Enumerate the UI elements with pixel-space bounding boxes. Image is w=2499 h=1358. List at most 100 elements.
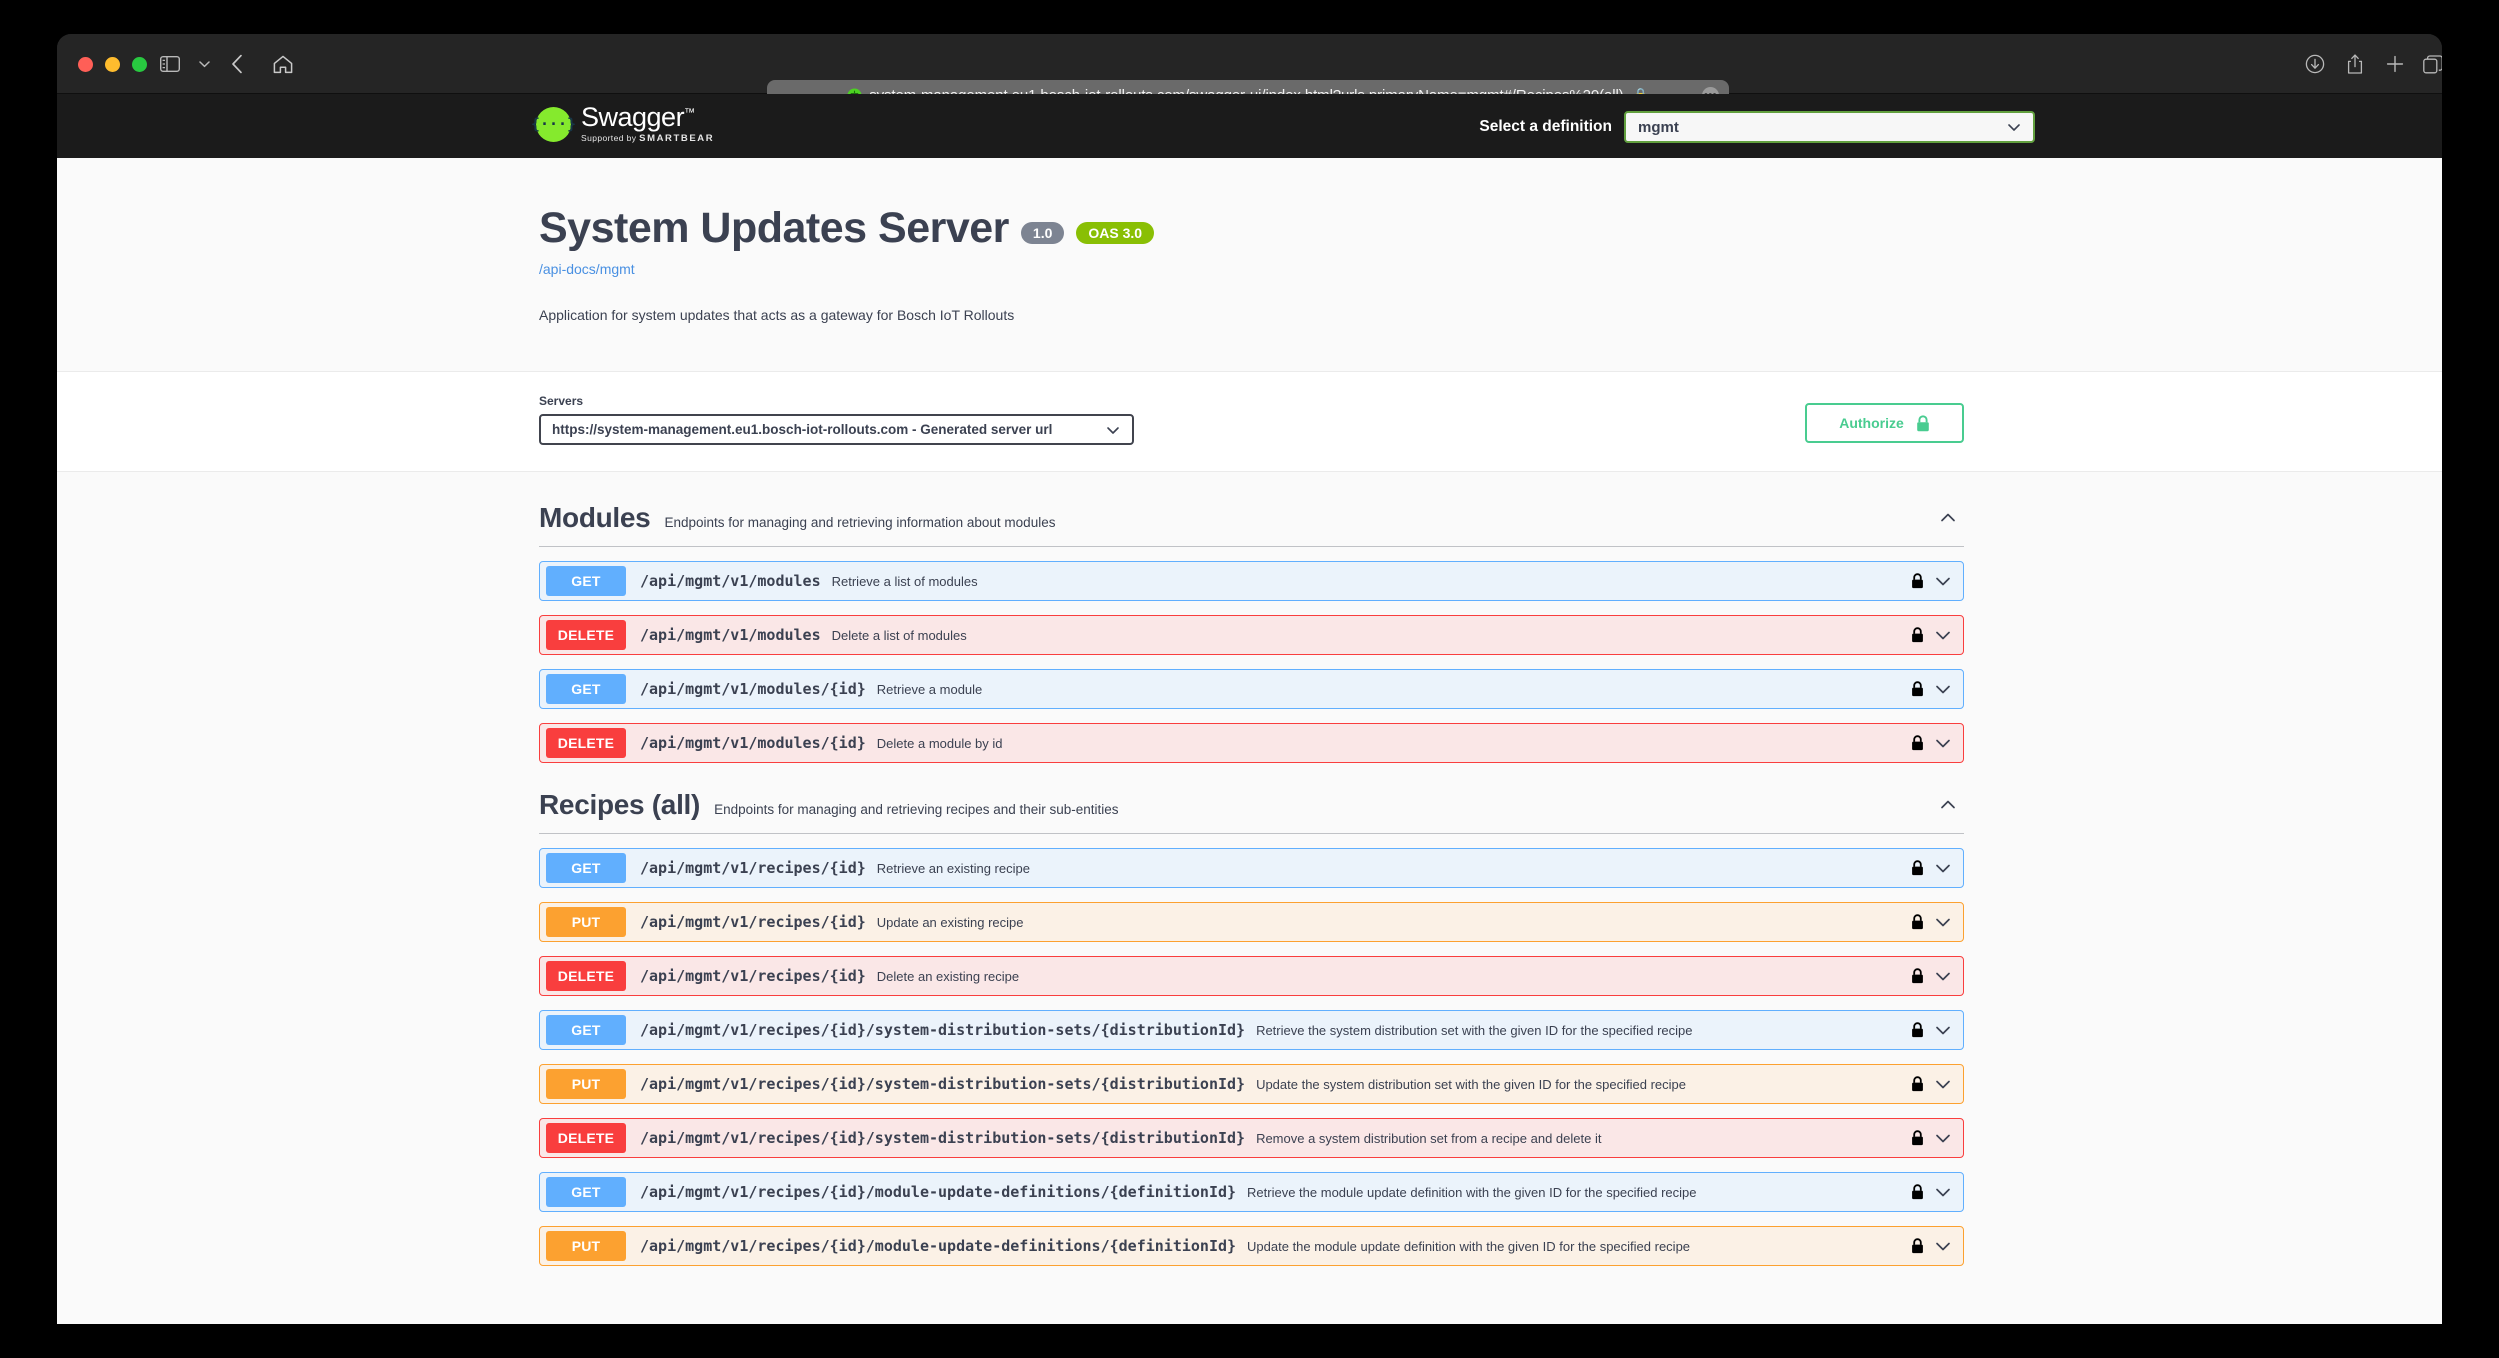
operation-row-controls xyxy=(1911,625,1953,645)
http-method-badge: DELETE xyxy=(546,1123,626,1153)
tag-header[interactable]: ModulesEndpoints for managing and retrie… xyxy=(539,502,1964,547)
operation-row[interactable]: DELETE/api/mgmt/v1/modulesDelete a list … xyxy=(539,615,1964,655)
operation-path: /api/mgmt/v1/recipes/{id} xyxy=(640,913,866,931)
http-method-badge: DELETE xyxy=(546,728,626,758)
sidebar-chevron-down-icon[interactable] xyxy=(191,52,217,76)
chevron-down-icon[interactable] xyxy=(1933,858,1953,878)
operation-row[interactable]: GET/api/mgmt/v1/recipes/{id}Retrieve an … xyxy=(539,848,1964,888)
supported-by-text: Supported by xyxy=(581,133,639,143)
operation-summary: Retrieve the module update definition wi… xyxy=(1247,1185,1696,1200)
http-method-badge: GET xyxy=(546,853,626,883)
http-method-badge: PUT xyxy=(546,907,626,937)
page-title: System Updates Server xyxy=(539,204,1009,253)
window-controls xyxy=(78,57,147,72)
lock-icon[interactable] xyxy=(1911,627,1924,643)
close-window-button[interactable] xyxy=(78,57,93,72)
operation-path: /api/mgmt/v1/recipes/{id}/system-distrib… xyxy=(640,1075,1245,1093)
operation-row-controls xyxy=(1911,966,1953,986)
operation-row-controls xyxy=(1911,1020,1953,1040)
lock-icon[interactable] xyxy=(1911,573,1924,589)
http-method-badge: GET xyxy=(546,1015,626,1045)
chevron-down-icon[interactable] xyxy=(1933,1236,1953,1256)
tag-section: Recipes (all)Endpoints for managing and … xyxy=(539,789,1964,1266)
api-info-block: System Updates Server 1.0 OAS 3.0 /api-d… xyxy=(57,158,2442,371)
minimize-window-button[interactable] xyxy=(105,57,120,72)
chevron-down-icon[interactable] xyxy=(1933,679,1953,699)
chevron-down-icon[interactable] xyxy=(1933,733,1953,753)
home-button-icon[interactable] xyxy=(270,52,296,76)
api-docs-link[interactable]: /api-docs/mgmt xyxy=(539,261,1964,277)
operation-row[interactable]: GET/api/mgmt/v1/recipes/{id}/system-dist… xyxy=(539,1010,1964,1050)
tag-name: Recipes (all) xyxy=(539,789,700,821)
chevron-down-icon[interactable] xyxy=(1933,1128,1953,1148)
chevron-down-icon[interactable] xyxy=(1933,625,1953,645)
operation-summary: Retrieve an existing recipe xyxy=(877,861,1030,876)
lock-icon[interactable] xyxy=(1911,1130,1924,1146)
chevron-down-icon[interactable] xyxy=(1933,912,1953,932)
operation-row[interactable]: GET/api/mgmt/v1/recipes/{id}/module-upda… xyxy=(539,1172,1964,1212)
swagger-topbar: {···} Swagger™ Supported by SMARTBEAR Se… xyxy=(57,94,2442,158)
chevron-up-icon[interactable] xyxy=(1938,795,1958,815)
tab-overview-icon[interactable] xyxy=(2420,52,2442,76)
maximize-window-button[interactable] xyxy=(132,57,147,72)
swagger-logo[interactable]: {···} Swagger™ Supported by SMARTBEAR xyxy=(536,104,714,144)
server-selected-value: https://system-management.eu1.bosch-iot-… xyxy=(552,422,1052,437)
server-select[interactable]: https://system-management.eu1.bosch-iot-… xyxy=(539,414,1134,445)
lock-icon[interactable] xyxy=(1911,914,1924,930)
downloads-icon[interactable] xyxy=(2302,52,2328,76)
operation-row-controls xyxy=(1911,858,1953,878)
chevron-down-icon[interactable] xyxy=(1933,1182,1953,1202)
operation-row-controls xyxy=(1911,1182,1953,1202)
operation-row-controls xyxy=(1911,1074,1953,1094)
definition-label: Select a definition xyxy=(1479,118,1612,136)
lock-icon[interactable] xyxy=(1911,1238,1924,1254)
lock-icon[interactable] xyxy=(1911,1022,1924,1038)
operation-summary: Update the module update definition with… xyxy=(1247,1239,1690,1254)
definition-select[interactable]: mgmt xyxy=(1624,111,2035,143)
operation-summary: Delete a module by id xyxy=(877,736,1003,751)
sidebar-toggle-icon[interactable] xyxy=(157,52,183,76)
chevron-down-icon[interactable] xyxy=(1933,571,1953,591)
chevron-up-icon[interactable] xyxy=(1938,508,1958,528)
operation-path: /api/mgmt/v1/recipes/{id}/module-update-… xyxy=(640,1237,1236,1255)
chevron-down-icon xyxy=(1106,423,1120,437)
swagger-supported-by: Supported by SMARTBEAR xyxy=(581,133,714,144)
smartbear-brand: SMARTBEAR xyxy=(639,133,714,144)
chevron-down-icon[interactable] xyxy=(1933,1074,1953,1094)
chevron-down-icon[interactable] xyxy=(1933,1020,1953,1040)
operation-row[interactable]: PUT/api/mgmt/v1/recipes/{id}/module-upda… xyxy=(539,1226,1964,1266)
tag-description: Endpoints for managing and retrieving in… xyxy=(664,515,1055,530)
servers-bar: Servers https://system-management.eu1.bo… xyxy=(57,371,2442,472)
lock-icon[interactable] xyxy=(1911,860,1924,876)
operation-row[interactable]: PUT/api/mgmt/v1/recipes/{id} Update an ex… xyxy=(539,902,1964,942)
lock-icon[interactable] xyxy=(1911,1076,1924,1092)
http-method-badge: GET xyxy=(546,566,626,596)
tag-header[interactable]: Recipes (all)Endpoints for managing and … xyxy=(539,789,1964,834)
operation-row[interactable]: DELETE/api/mgmt/v1/modules/{id}Delete a … xyxy=(539,723,1964,763)
lock-icon[interactable] xyxy=(1911,735,1924,751)
lock-icon[interactable] xyxy=(1911,968,1924,984)
browser-window: system-management.eu1.bosch-iot-rollouts… xyxy=(57,34,2442,1324)
lock-icon[interactable] xyxy=(1911,681,1924,697)
operation-row[interactable]: DELETE/api/mgmt/v1/recipes/{id}/system-d… xyxy=(539,1118,1964,1158)
trademark-symbol: ™ xyxy=(684,107,695,119)
share-icon[interactable] xyxy=(2342,52,2368,76)
back-button-icon[interactable] xyxy=(224,52,250,76)
lock-icon[interactable] xyxy=(1911,1184,1924,1200)
new-tab-icon[interactable] xyxy=(2382,52,2408,76)
operation-summary: Update the system distribution set with … xyxy=(1256,1077,1686,1092)
operation-row[interactable]: GET/api/mgmt/v1/modulesRetrieve a list o… xyxy=(539,561,1964,601)
operation-summary: Update an existing recipe xyxy=(877,915,1024,930)
operation-row[interactable]: PUT/api/mgmt/v1/recipes/{id}/system-dist… xyxy=(539,1064,1964,1104)
chevron-down-icon[interactable] xyxy=(1933,966,1953,986)
servers-label: Servers xyxy=(539,394,1134,408)
operation-path: /api/mgmt/v1/recipes/{id}/system-distrib… xyxy=(640,1129,1245,1147)
authorize-button[interactable]: Authorize xyxy=(1805,403,1964,443)
operation-row-controls xyxy=(1911,733,1953,753)
definition-selected-value: mgmt xyxy=(1638,119,1679,136)
http-method-badge: DELETE xyxy=(546,620,626,650)
operation-path: /api/mgmt/v1/recipes/{id}/system-distrib… xyxy=(640,1021,1245,1039)
operation-row[interactable]: GET/api/mgmt/v1/modules/{id}Retrieve a m… xyxy=(539,669,1964,709)
operation-row[interactable]: DELETE/api/mgmt/v1/recipes/{id}Delete an… xyxy=(539,956,1964,996)
tag-section: ModulesEndpoints for managing and retrie… xyxy=(539,502,1964,763)
